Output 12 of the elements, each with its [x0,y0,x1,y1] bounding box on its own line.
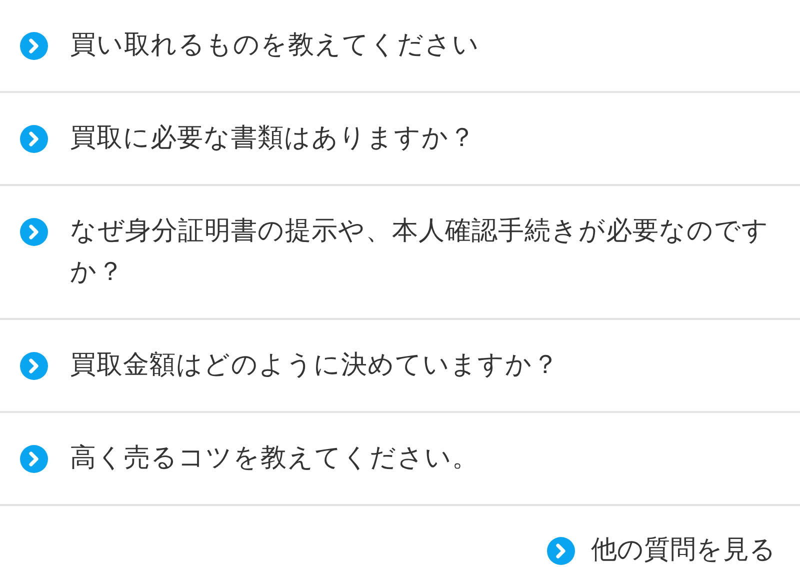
faq-question-link[interactable]: 買取金額はどのように決めていますか？ [70,345,770,386]
faq-question-link[interactable]: 買取に必要な書類はありますか？ [70,118,770,159]
chevron-icon [547,536,575,564]
more-questions-link[interactable]: 他の質問を見る [591,530,776,567]
faq-question-link[interactable]: なぜ身分証明書の提示や、本人確認手続きが必要なのですか？ [70,211,770,293]
chevron-icon [20,352,48,380]
faq-question-link[interactable]: 高く売るコツを教えてください。 [70,438,770,479]
chevron-icon [20,124,48,152]
chevron-icon [20,218,48,246]
chevron-icon [20,444,48,472]
faq-question-link[interactable]: 買い取れるものを教えてください [70,25,770,66]
chevron-icon [20,32,48,60]
